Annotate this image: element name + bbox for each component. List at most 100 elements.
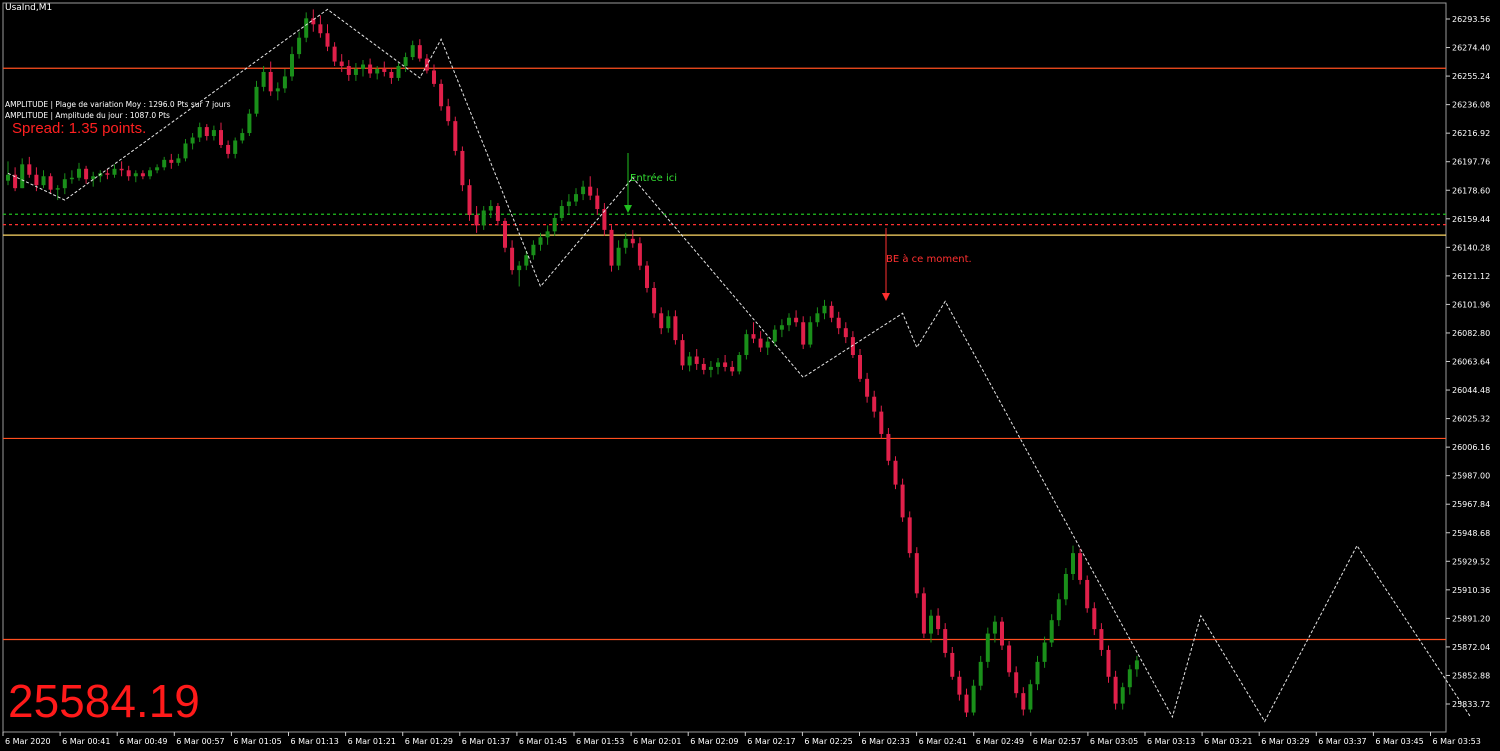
candle-body: [708, 366, 713, 370]
candle-body: [538, 237, 543, 245]
candle-body: [645, 265, 649, 288]
candle-body: [204, 127, 209, 137]
candle-body: [105, 173, 110, 175]
candle-body: [233, 140, 238, 154]
candle-body: [1035, 661, 1040, 685]
candle-body: [808, 322, 813, 345]
candle-body: [595, 195, 600, 210]
candle-body: [957, 676, 962, 695]
x-tick-label: 6 Mar 01:45: [519, 737, 567, 746]
candle-body: [1071, 553, 1075, 574]
amplitude-average-text: AMPLITUDE | Plage de variation Moy : 129…: [5, 100, 231, 109]
candle-body: [992, 621, 997, 634]
candle-body: [801, 322, 806, 345]
candle-body: [1134, 660, 1139, 670]
y-tick-label: 26121.12: [1452, 272, 1490, 281]
amplitude-day-text: AMPLITUDE | Amplitude du jour : 1087.0 P…: [5, 111, 170, 120]
x-tick-label: 6 Mar 03:13: [1147, 737, 1195, 746]
y-tick-label: 25987.00: [1452, 472, 1490, 481]
candle-body: [1078, 553, 1083, 580]
candle-body: [55, 188, 60, 190]
candle-body: [368, 64, 373, 74]
x-tick-label: 6 Mar 02:01: [633, 737, 681, 746]
candle-body: [41, 176, 46, 186]
candle-body: [744, 334, 749, 356]
candle-body: [219, 130, 223, 145]
candle-body: [332, 46, 337, 62]
candle-body: [375, 68, 380, 74]
candle-body: [843, 328, 848, 338]
candle-body: [84, 168, 89, 180]
x-tick-label: 6 Mar 01:13: [291, 737, 339, 746]
x-tick-label: 6 Mar 2020: [5, 737, 51, 746]
candle-body: [48, 176, 53, 190]
x-tick-label: 6 Mar 00:41: [62, 737, 110, 746]
candle-body: [183, 143, 188, 159]
candle-body: [950, 652, 955, 677]
candle-body: [34, 174, 39, 186]
candle-body: [552, 217, 557, 232]
y-tick-label: 26178.60: [1452, 186, 1490, 195]
candle-body: [1056, 599, 1061, 621]
be-label: BE à ce moment.: [886, 253, 972, 265]
current-price: 25584.19: [8, 675, 200, 727]
candle-body: [971, 685, 976, 713]
candle-body: [609, 229, 614, 266]
candle-body: [495, 206, 500, 221]
candle-body: [432, 70, 436, 84]
y-tick-label: 25833.72: [1452, 700, 1490, 709]
x-tick-label: 6 Mar 01:05: [233, 737, 281, 746]
candle-body: [879, 411, 884, 434]
candle-body: [652, 287, 657, 314]
candle-body: [794, 317, 799, 323]
candle-body: [765, 341, 770, 348]
y-tick-label: 25948.68: [1452, 529, 1490, 538]
candle-body: [275, 88, 280, 92]
candle-body: [716, 362, 720, 367]
candle-body: [687, 356, 692, 366]
candle-body: [1063, 573, 1068, 600]
candle-body: [787, 317, 791, 326]
candle-body: [460, 150, 465, 186]
candle-body: [517, 265, 522, 271]
x-tick-label: 6 Mar 00:57: [176, 737, 224, 746]
candle-body: [964, 694, 969, 713]
y-tick-label: 26197.76: [1452, 158, 1490, 167]
x-tick-label: 6 Mar 02:49: [976, 737, 1024, 746]
x-tick-label: 6 Mar 00:49: [119, 737, 167, 746]
candle-body: [524, 255, 529, 266]
y-tick-label: 25910.36: [1452, 586, 1490, 595]
candle-body: [261, 71, 266, 87]
candle-body: [588, 186, 593, 196]
x-tick-label: 6 Mar 03:29: [1261, 737, 1309, 746]
candle-body: [914, 553, 919, 594]
candle-body: [20, 164, 25, 189]
y-tick-label: 26236.08: [1452, 101, 1490, 110]
candle-body: [1042, 642, 1047, 662]
symbol-timeframe-label: UsaInd,M1: [5, 3, 53, 13]
candle-body: [858, 355, 862, 379]
x-tick-label: 6 Mar 01:29: [405, 737, 453, 746]
candle-body: [176, 158, 181, 163]
candle-body: [1021, 693, 1026, 710]
candle-body: [190, 137, 195, 144]
candle-body: [779, 325, 784, 330]
candle-body: [737, 355, 742, 372]
candle-body: [559, 206, 564, 218]
x-tick-label: 6 Mar 03:37: [1318, 737, 1366, 746]
candle-body: [581, 186, 586, 195]
candle-body: [907, 517, 912, 554]
candle-body: [133, 173, 138, 177]
x-tick-label: 6 Mar 03:21: [1204, 737, 1252, 746]
y-tick-label: 26044.48: [1452, 386, 1490, 395]
y-tick-label: 25929.52: [1452, 557, 1490, 566]
candle-body: [474, 214, 479, 226]
candle-body: [62, 179, 67, 189]
candle-body: [1113, 676, 1118, 704]
candle-body: [382, 68, 387, 72]
candle-body: [119, 168, 124, 171]
candle-body: [510, 247, 515, 271]
candle-body: [91, 176, 96, 180]
price-chart[interactable]: Entrée ici BE à ce moment. 26293.56 26274.4…: [0, 0, 1500, 751]
candle-body: [467, 185, 472, 215]
